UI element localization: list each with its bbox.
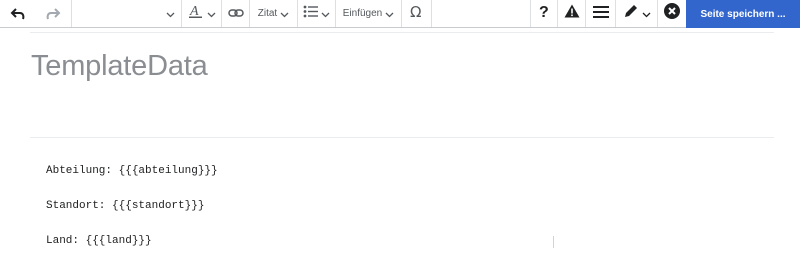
- undo-button[interactable]: [0, 0, 36, 27]
- chevron-down-icon: [642, 5, 651, 23]
- help-button[interactable]: ?: [530, 0, 558, 27]
- close-icon: [664, 3, 680, 24]
- editor-toolbar: A Zitat Einfügen Ω ?: [0, 0, 800, 28]
- cancel-button[interactable]: [658, 0, 686, 27]
- insert-label: Einfügen: [342, 8, 383, 19]
- cite-dropdown[interactable]: Zitat: [250, 0, 298, 27]
- text-cursor: [553, 236, 554, 248]
- save-page-button[interactable]: Seite speichern ...: [686, 0, 800, 28]
- chevron-down-icon: [280, 5, 289, 23]
- param-line-land[interactable]: Land: {{{land}}}: [46, 235, 152, 247]
- text-style-dropdown[interactable]: A: [182, 0, 222, 27]
- paragraph-format-dropdown[interactable]: [72, 0, 182, 27]
- chevron-down-icon: [207, 5, 216, 23]
- pencil-icon: [623, 3, 639, 24]
- special-character-button[interactable]: Ω: [402, 0, 432, 27]
- param-line-abteilung[interactable]: Abteilung: {{{abteilung}}}: [46, 165, 218, 177]
- chevron-down-icon: [385, 5, 394, 23]
- notices-button[interactable]: [558, 0, 586, 27]
- bullet-list-icon: [303, 5, 318, 23]
- redo-icon: [45, 7, 61, 21]
- page-title: TemplateData: [31, 50, 208, 82]
- svg-text:Ω: Ω: [410, 4, 421, 19]
- link-icon: [227, 5, 244, 23]
- undo-icon: [10, 7, 26, 21]
- omega-icon: Ω: [409, 3, 424, 24]
- title-divider: [30, 137, 774, 138]
- param-line-standort[interactable]: Standort: {{{standort}}}: [46, 200, 204, 212]
- edit-mode-dropdown[interactable]: [616, 0, 658, 27]
- warning-icon: [564, 4, 580, 23]
- link-button[interactable]: [222, 0, 250, 27]
- list-dropdown[interactable]: [298, 0, 336, 27]
- redo-button[interactable]: [36, 0, 72, 27]
- svg-text:?: ?: [539, 4, 549, 19]
- cite-label: Zitat: [257, 8, 278, 19]
- menu-icon: [592, 5, 609, 23]
- chevron-down-icon: [166, 5, 175, 23]
- chevron-down-icon: [321, 5, 330, 23]
- insert-dropdown[interactable]: Einfügen: [336, 0, 402, 27]
- help-icon: ?: [538, 3, 550, 24]
- history-group: [0, 0, 72, 27]
- text-style-icon: A: [188, 3, 204, 24]
- top-divider: [30, 32, 774, 33]
- page-options-button[interactable]: [586, 0, 616, 27]
